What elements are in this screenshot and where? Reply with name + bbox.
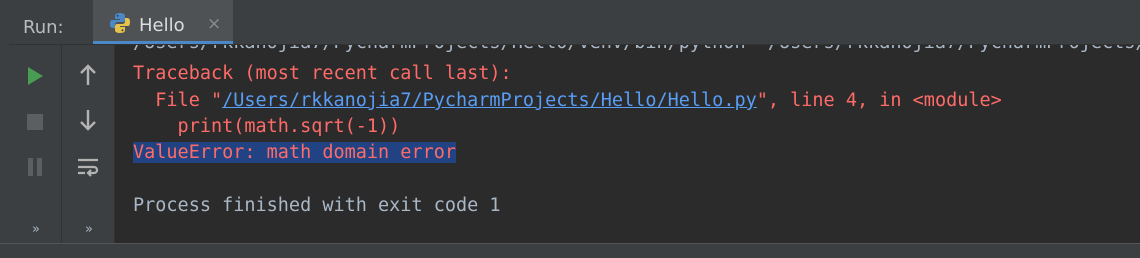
run-controls-toolbar: » <box>9 45 62 243</box>
run-tab-bar: Run: Hello × <box>9 0 1140 45</box>
arrow-up-icon <box>80 64 96 85</box>
traceback-file-line: File "/Users/rkkanojia7/PycharmProjects/… <box>133 89 1002 113</box>
soft-wrap-icon <box>78 158 99 177</box>
file-prefix: File " <box>133 90 223 111</box>
selected-error-text: ValueError: math domain error <box>133 142 457 163</box>
error-line: ValueError: math domain error <box>133 141 457 165</box>
more-console-actions-button[interactable]: » <box>62 222 114 237</box>
bottom-tool-window-bar <box>0 243 1140 258</box>
pause-icon <box>28 158 42 176</box>
run-label: Run: <box>23 17 64 38</box>
up-stack-button[interactable] <box>62 59 114 91</box>
close-icon[interactable]: × <box>207 14 221 34</box>
arrow-down-icon <box>80 110 96 131</box>
more-actions-button[interactable]: » <box>9 222 61 237</box>
tab-hello[interactable]: Hello × <box>93 0 233 44</box>
console-output[interactable]: /Users/rkkanojia7/PycharmProjects/Hello/… <box>115 45 1140 243</box>
console-controls-toolbar: » <box>62 45 115 243</box>
exit-status-line: Process finished with exit code 1 <box>133 195 501 216</box>
file-suffix: ", line 4, in <module> <box>756 90 1002 111</box>
traceback-code-line: print(math.sqrt(-1)) <box>133 116 401 137</box>
stop-icon <box>27 114 43 130</box>
down-stack-button[interactable] <box>62 104 114 136</box>
file-path-link[interactable]: /Users/rkkanojia7/PycharmProjects/Hello/… <box>222 90 757 111</box>
traceback-header: Traceback (most recent call last): <box>133 63 512 84</box>
stop-button[interactable] <box>9 106 61 138</box>
rerun-button[interactable] <box>9 60 61 92</box>
tab-label: Hello <box>139 15 185 36</box>
soft-wrap-button[interactable] <box>62 151 114 183</box>
pause-button[interactable] <box>9 151 61 183</box>
play-icon <box>28 67 43 85</box>
python-icon <box>110 13 130 33</box>
command-line: /Users/rkkanojia7/PycharmProjects/Hello/… <box>133 45 1140 55</box>
